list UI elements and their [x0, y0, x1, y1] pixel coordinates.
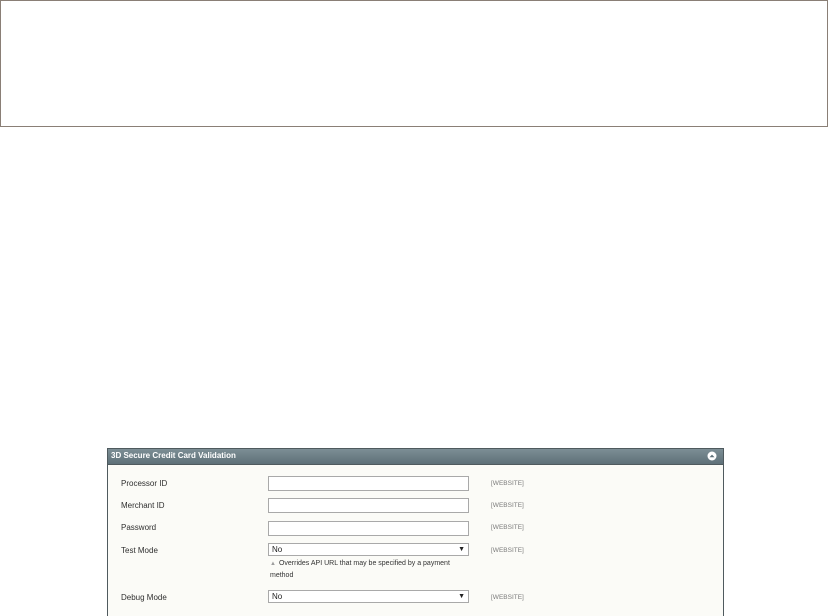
- panel-header[interactable]: 3D Secure Credit Card Validation: [108, 449, 723, 465]
- debug-mode-select[interactable]: No ▼: [268, 590, 469, 603]
- test-mode-select[interactable]: No ▼: [268, 543, 469, 556]
- merchant-id-input[interactable]: [268, 498, 469, 513]
- password-input[interactable]: [268, 521, 469, 536]
- merchant-id-label: Merchant ID: [121, 501, 165, 510]
- processor-id-input[interactable]: [268, 476, 469, 491]
- merchant-id-scope: [WEBSITE]: [491, 502, 524, 509]
- triangle-up-icon: ▲: [270, 561, 276, 567]
- panel-title: 3D Secure Credit Card Validation: [111, 451, 236, 460]
- password-scope: [WEBSITE]: [491, 524, 524, 531]
- debug-mode-label: Debug Mode: [121, 593, 167, 602]
- debug-mode-scope: [WEBSITE]: [491, 594, 524, 601]
- test-mode-note-text: Overrides API URL that may be specified …: [270, 560, 450, 579]
- debug-mode-value: No: [272, 592, 283, 601]
- test-mode-scope: [WEBSITE]: [491, 547, 524, 554]
- top-blank-box: [0, 0, 828, 127]
- config-panel: 3D Secure Credit Card Validation Process…: [107, 448, 724, 616]
- test-mode-value: No: [272, 545, 283, 554]
- collapse-up-icon[interactable]: [707, 451, 717, 461]
- dropdown-arrow-icon: ▼: [458, 593, 465, 600]
- dropdown-arrow-icon: ▼: [458, 546, 465, 553]
- test-mode-label: Test Mode: [121, 546, 158, 555]
- processor-id-scope: [WEBSITE]: [491, 480, 524, 487]
- password-label: Password: [121, 523, 157, 532]
- test-mode-note: ▲ Overrides API URL that may be specified…: [270, 558, 475, 581]
- processor-id-label: Processor ID: [121, 479, 168, 488]
